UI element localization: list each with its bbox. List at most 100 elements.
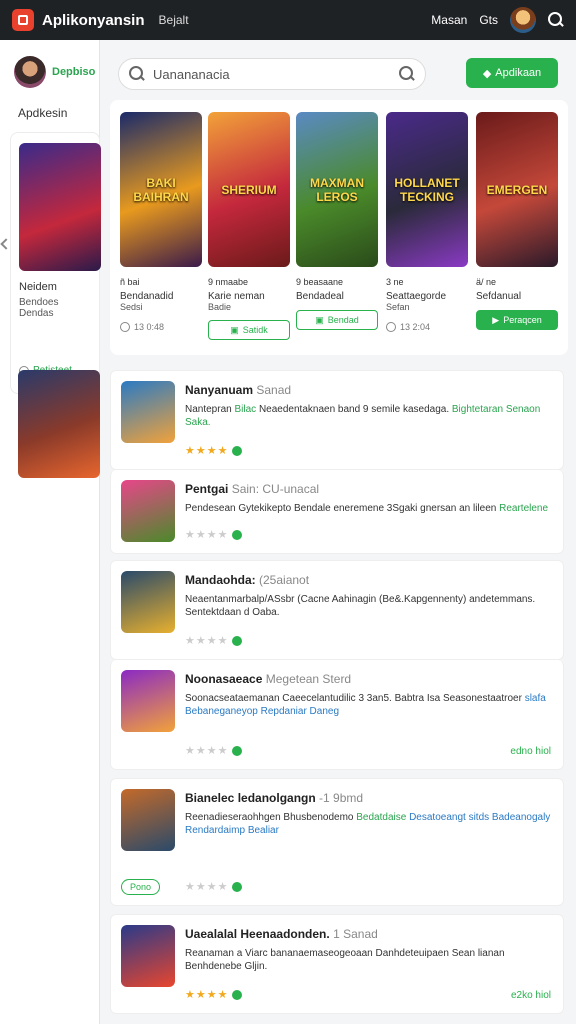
featured-subtitle: Badie <box>208 302 232 312</box>
featured-card[interactable]: SHERIUM 9 nmaabe Karie neman Badie ▣ Sati… <box>208 112 290 340</box>
app-title: Uaealalal Heenaadonden. 1 Sanad <box>185 927 378 941</box>
featured-art: EMERGEN <box>476 112 558 267</box>
list-item[interactable]: Bianelec ledanolgangn -1 9bmd Reenadiese… <box>110 778 564 906</box>
featured-art: MAXMAN LEROS <box>296 112 378 267</box>
app-title: Noonasaeace Megetean Sterd <box>185 672 352 686</box>
app-icon <box>121 381 175 443</box>
verified-icon <box>232 446 243 457</box>
app-title: Mandaohda: (25aianot <box>185 573 310 587</box>
featured-title: Seattaegorde <box>386 291 447 302</box>
sidebar-avatar <box>14 56 46 88</box>
download-icon: ▣ <box>230 324 239 335</box>
featured-art: BAKI BAIHRAN <box>120 112 202 267</box>
search-icon[interactable] <box>548 12 564 28</box>
featured-like[interactable]: 13 0:48 <box>120 322 202 332</box>
sidebar-app-card[interactable]: Neidem Bendoes Dendas Petisteet <box>10 132 101 394</box>
verified-icon <box>232 882 243 893</box>
verified-icon <box>232 746 243 757</box>
top-app-bar: Aplikonyansin Bejalt Masan Gts <box>0 0 576 40</box>
app-description: Reenadieseraohhgen Bhusbenodemo Bedatdai… <box>185 812 551 836</box>
featured-art-label: MAXMAN LEROS <box>310 175 364 204</box>
featured-like[interactable]: 13 2:04 <box>386 322 468 332</box>
sidebar-heading: Apdkesin <box>18 106 68 120</box>
app-icon <box>121 571 175 633</box>
user-avatar[interactable] <box>510 7 536 33</box>
app-status-tag[interactable]: edno hiol <box>510 746 551 757</box>
sidebar-app-art-2[interactable] <box>18 370 100 478</box>
verified-icon <box>232 990 243 1001</box>
app-icon <box>121 789 175 851</box>
app-description: Soonacseataemanan Caeecelantudilic 3 3an… <box>185 693 546 717</box>
rating-stars: ★★★★ <box>185 744 243 757</box>
verified-icon <box>232 636 243 647</box>
app-logo-icon[interactable] <box>12 9 34 31</box>
lock-icon: ▣ <box>315 314 324 325</box>
verified-icon <box>232 530 243 541</box>
app-description: Reanaman a Viarc bananaemaseogeoaan Danh… <box>185 948 505 972</box>
app-title: Pentgai Sain: CU-unacal <box>185 482 320 496</box>
top-nav-link[interactable]: Bejalt <box>159 13 189 27</box>
featured-action-button[interactable]: ▶ Peraqcen <box>476 310 558 330</box>
rating-stars: ★★★★ <box>185 880 243 893</box>
featured-meta: 9 nmaabe <box>208 277 249 287</box>
featured-art-label: BAKI BAIHRAN <box>133 175 189 204</box>
play-icon: ▶ <box>492 314 500 325</box>
featured-art: HOLLANET TECKING <box>386 112 468 267</box>
app-status-tag[interactable]: e2ko hiol <box>511 990 551 1001</box>
featured-like-count: 13 0:48 <box>134 322 165 332</box>
rating-stars: ★★★★ <box>185 634 243 647</box>
search-cta-button[interactable]: ◆ Apdikaan <box>466 58 558 88</box>
app-description: Pendesean Gytekikepto Bendale eneremene … <box>185 503 549 514</box>
sidebar: Depbiso Apdkesin Neidem Bendoes Dendas P… <box>0 40 101 1024</box>
featured-action-label: Satidk <box>242 325 268 335</box>
list-item[interactable]: Noonasaeace Megetean Sterd Soonacseataem… <box>110 660 564 770</box>
app-title: Bianelec ledanolgangn -1 9bmd <box>185 791 364 805</box>
list-item[interactable]: Uaealalal Heenaadonden. 1 Sanad Reanaman… <box>110 914 564 1014</box>
sidebar-app-art <box>19 143 101 271</box>
featured-meta: 3 ne <box>386 277 404 287</box>
list-item[interactable]: Mandaohda: (25aianot Neaentanmarbalp/ASs… <box>110 560 564 660</box>
app-title: Aplikonyansin <box>42 11 145 29</box>
featured-card[interactable]: MAXMAN LEROS 9 beasaane Bendadeal ▣ Benda… <box>296 112 378 330</box>
featured-title: Karie neman <box>208 291 265 302</box>
search-icon <box>129 66 145 82</box>
sidebar-username: Depbiso <box>52 66 96 78</box>
featured-action-button[interactable]: ▣ Satidk <box>208 320 290 340</box>
search-cta-label: Apdikaan <box>495 67 542 79</box>
featured-card[interactable]: EMERGEN ä/ ne Sefdanual ▶ Peraqcen <box>476 112 558 330</box>
featured-card[interactable]: BAKI BAIHRAN ñ bai Bendanadid Sedsi 13 0… <box>120 112 202 332</box>
sidebar-profile[interactable]: Depbiso <box>14 56 95 88</box>
featured-title: Sefdanual <box>476 291 522 302</box>
list-item[interactable]: Pentgai Sain: CU-unacal Pendesean Gyteki… <box>110 470 564 554</box>
featured-title: Bendanadid <box>120 291 174 302</box>
featured-meta: ñ bai <box>120 277 140 287</box>
sidebar-app-subtitle: Bendoes Dendas <box>19 297 59 319</box>
app-pill-button[interactable]: Pono <box>121 879 161 895</box>
heart-icon <box>120 322 130 332</box>
featured-card[interactable]: HOLLANET TECKING 3 ne Seattaegorde Sefan… <box>386 112 468 332</box>
top-right-group: Masan Gts <box>431 0 564 40</box>
featured-meta: 9 beasaane <box>296 277 344 287</box>
search-input[interactable] <box>153 66 391 82</box>
featured-carousel: BAKI BAIHRAN ñ bai Bendanadid Sedsi 13 0… <box>110 100 568 355</box>
app-icon <box>121 925 175 987</box>
featured-subtitle: Sefan <box>386 302 410 312</box>
top-right-label-2[interactable]: Gts <box>479 13 498 27</box>
featured-art: SHERIUM <box>208 112 290 267</box>
featured-action-button[interactable]: ▣ Bendad <box>296 310 378 330</box>
app-title: Nanyanuam Sanad <box>185 383 292 397</box>
featured-art-label: EMERGEN <box>486 182 548 197</box>
search-bar[interactable] <box>118 58 426 90</box>
sidebar-app-title: Neidem <box>19 281 57 293</box>
featured-action-label: Bendad <box>327 315 359 325</box>
featured-art-label: HOLLANET TECKING <box>394 175 460 204</box>
top-right-label[interactable]: Masan <box>431 13 467 27</box>
app-icon <box>121 670 175 732</box>
featured-art-label: SHERIUM <box>221 182 277 197</box>
rating-stars: ★★★★ <box>185 444 243 457</box>
search-submit-icon[interactable] <box>399 66 415 82</box>
app-description: Neaentanmarbalp/ASsbr (Cacne Aahinagin (… <box>185 594 536 618</box>
app-description: Nantepran Bilac Neaedentaknaen band 9 se… <box>185 404 541 428</box>
list-item[interactable]: Nanyanuam Sanad Nantepran Bilac Neaedent… <box>110 370 564 470</box>
featured-like-count: 13 2:04 <box>400 322 431 332</box>
